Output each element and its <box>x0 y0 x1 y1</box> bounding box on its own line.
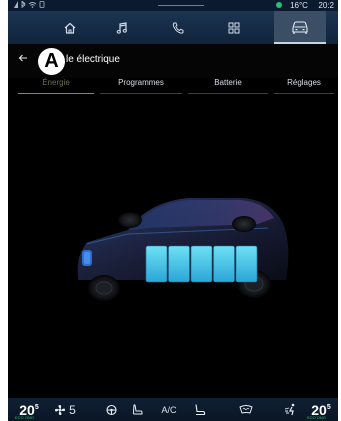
steering-heat-button[interactable] <box>100 398 122 421</box>
battery-cell <box>213 245 235 283</box>
left-temperature[interactable]: 20 5 ECO ONO <box>14 398 44 421</box>
status-divider <box>158 5 204 6</box>
right-temperature[interactable]: 20 5 ECO ONO <box>306 398 336 421</box>
battery-cell <box>190 245 213 283</box>
windshield-defrost-icon <box>239 404 253 413</box>
right-temp-sub: ECO ONO <box>307 415 326 420</box>
apps-grid-icon <box>228 22 240 33</box>
fan-speed-value: 5 <box>69 402 76 417</box>
status-bar: 16°C 20:2 <box>8 0 338 11</box>
battery-cell <box>145 245 168 283</box>
left-temp-sub: ECO ONO <box>15 415 34 420</box>
seat-outline-icon <box>194 404 205 416</box>
tab-batterie[interactable]: Batterie <box>188 78 268 94</box>
climate-bar: 20 5 ECO ONO 5 A/C 20 5 ECO ONO <box>8 398 338 421</box>
music-note-icon <box>116 21 127 34</box>
right-temp-decimal: 5 <box>326 404 331 411</box>
front-left-wheel <box>88 275 120 301</box>
car-battery-illustration <box>77 198 289 301</box>
tab-reglages[interactable]: Réglages <box>274 78 334 94</box>
car-icon <box>292 20 308 34</box>
nav-phone-button[interactable] <box>152 11 204 44</box>
seat-ventilation-button[interactable] <box>188 398 210 421</box>
fan-speed-control[interactable]: 5 <box>48 398 82 421</box>
tab-energie[interactable]: Énergie <box>18 78 94 94</box>
tab-label: Énergie <box>42 78 70 87</box>
tab-bar: Énergie Programmes Batterie Réglages <box>8 78 338 96</box>
energy-view <box>8 96 338 398</box>
battery-cell <box>235 245 258 283</box>
page-title: le électrique <box>66 54 120 65</box>
seat-heat-button[interactable] <box>126 398 148 421</box>
callout-marker: A <box>38 48 65 75</box>
tab-label: Programmes <box>118 78 164 87</box>
main-nav-bar <box>8 11 338 45</box>
front-right-wheel <box>232 216 256 232</box>
nav-home-button[interactable] <box>44 11 96 44</box>
infotainment-screen: 16°C 20:2 A le électrique Énergie Progra… <box>8 0 338 421</box>
tab-programmes[interactable]: Programmes <box>100 78 182 94</box>
phone-icon <box>172 22 184 34</box>
fan-icon <box>55 404 66 415</box>
tab-label: Réglages <box>287 78 321 87</box>
air-flow-icon <box>284 403 295 416</box>
battery-cell <box>168 245 190 283</box>
windshield-defrost-button[interactable] <box>234 398 258 421</box>
left-temp-decimal: 5 <box>34 404 39 411</box>
nav-vehicle-button[interactable] <box>274 11 326 44</box>
clock: 20:2 <box>318 1 334 10</box>
rear-left-wheel <box>118 212 142 228</box>
status-signal-icons <box>14 0 45 8</box>
battery-pack <box>145 245 258 283</box>
status-right: 16°C 20:2 <box>275 0 334 11</box>
outside-temperature: 16°C <box>290 1 308 10</box>
ac-label: A/C <box>161 404 177 415</box>
back-arrow-icon[interactable] <box>18 53 28 66</box>
nav-music-button[interactable] <box>96 11 148 44</box>
page-header: A le électrique <box>8 44 338 78</box>
seat-icon <box>132 404 142 415</box>
tab-label: Batterie <box>214 78 242 87</box>
nav-apps-button[interactable] <box>208 11 260 44</box>
ac-button[interactable]: A/C <box>154 398 184 421</box>
heated-steering-wheel-icon <box>105 404 117 416</box>
connection-dot-icon <box>275 1 282 8</box>
home-icon <box>64 22 76 34</box>
air-flow-button[interactable] <box>280 398 302 421</box>
